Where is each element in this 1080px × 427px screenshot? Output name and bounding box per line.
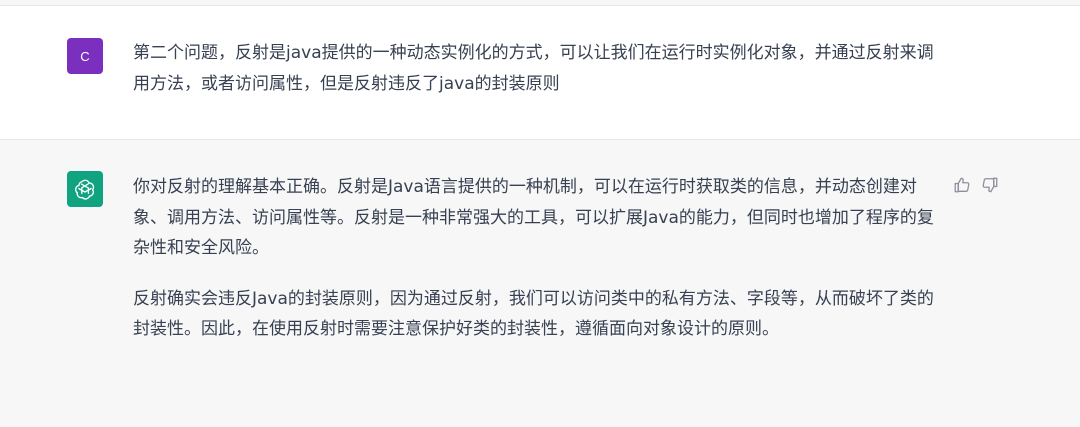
chat-thread: C 第二个问题，反射是java提供的一种动态实例化的方式，可以让我们在运行时实例…	[0, 0, 1080, 427]
thumbs-down-button[interactable]	[980, 175, 1000, 195]
user-avatar-text: C	[80, 48, 90, 64]
thumbs-up-button[interactable]	[952, 175, 972, 195]
assistant-message-text: 你对反射的理解基本正确。反射是Java语言提供的一种机制，可以在运行时获取类的信…	[133, 172, 943, 345]
message-feedback-actions	[952, 175, 1010, 195]
thumbs-down-icon	[982, 177, 998, 193]
assistant-paragraph-1: 你对反射的理解基本正确。反射是Java语言提供的一种机制，可以在运行时获取类的信…	[133, 177, 934, 258]
user-avatar: C	[67, 38, 103, 74]
assistant-message-row: 你对反射的理解基本正确。反射是Java语言提供的一种机制，可以在运行时获取类的信…	[0, 140, 1080, 427]
user-message-row: C 第二个问题，反射是java提供的一种动态实例化的方式，可以让我们在运行时实例…	[0, 6, 1080, 140]
openai-logo-icon	[67, 171, 103, 207]
assistant-paragraph-2: 反射确实会违反Java的封装原则，因为通过反射，我们可以访问类中的私有方法、字段…	[133, 288, 934, 340]
thumbs-up-icon	[954, 177, 970, 193]
user-message-text: 第二个问题，反射是java提供的一种动态实例化的方式，可以让我们在运行时实例化对…	[133, 43, 934, 94]
